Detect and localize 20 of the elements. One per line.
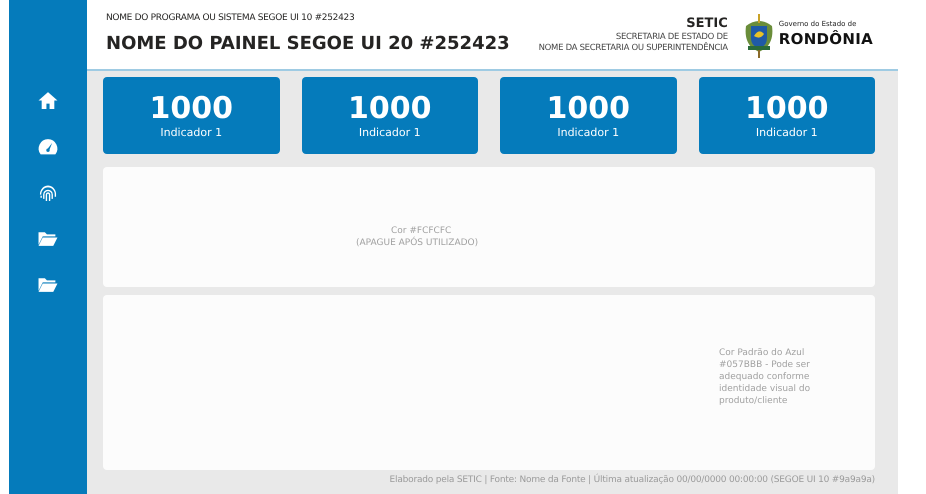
panel-title: NOME DO PAINEL SEGOE UI 20 #252423: [106, 32, 511, 56]
footer-text: Elaborado pela SETIC | Fonte: Nome da Fonte | Última atualização 00/00/0000 00:00:00 (SEGOE UI 10 #9a9a9a): [388, 474, 875, 487]
indicator-label: Indicador 1: [358, 126, 421, 140]
indicator-label: Indicador 1: [160, 126, 222, 140]
indicator-label: Indicador 1: [756, 126, 818, 140]
panel-note: Cor #FCFCFC: [390, 225, 452, 236]
home-icon: [37, 90, 59, 110]
org-name: SETIC: [686, 16, 728, 32]
program-name: NOME DO PROGRAMA OU SISTEMA SEGOE UI 10 #252423: [106, 12, 356, 26]
indicator-label: Indicador 1: [557, 126, 620, 140]
indicator-value: 1000: [348, 92, 432, 126]
panel-note: (APAGUE APÓS UTILIZADO): [356, 237, 480, 249]
org-line: NOME DA SECRETARIA OU SUPERINTENDÊNCIA: [538, 42, 728, 54]
panel-note: Cor Padrão do Azul #057BBB - Pode ser adequado conforme identidade visual do produto/cliente: [719, 347, 812, 407]
gauge-icon: [37, 136, 59, 156]
indicator-value: 1000: [546, 92, 630, 126]
indicator-value: 1000: [745, 92, 828, 126]
org-line: SECRETARIA DE ESTADO DE: [616, 32, 728, 42]
logo-state-name: RONDÔNIA: [778, 29, 873, 49]
indicator-value: 1000: [150, 92, 233, 126]
